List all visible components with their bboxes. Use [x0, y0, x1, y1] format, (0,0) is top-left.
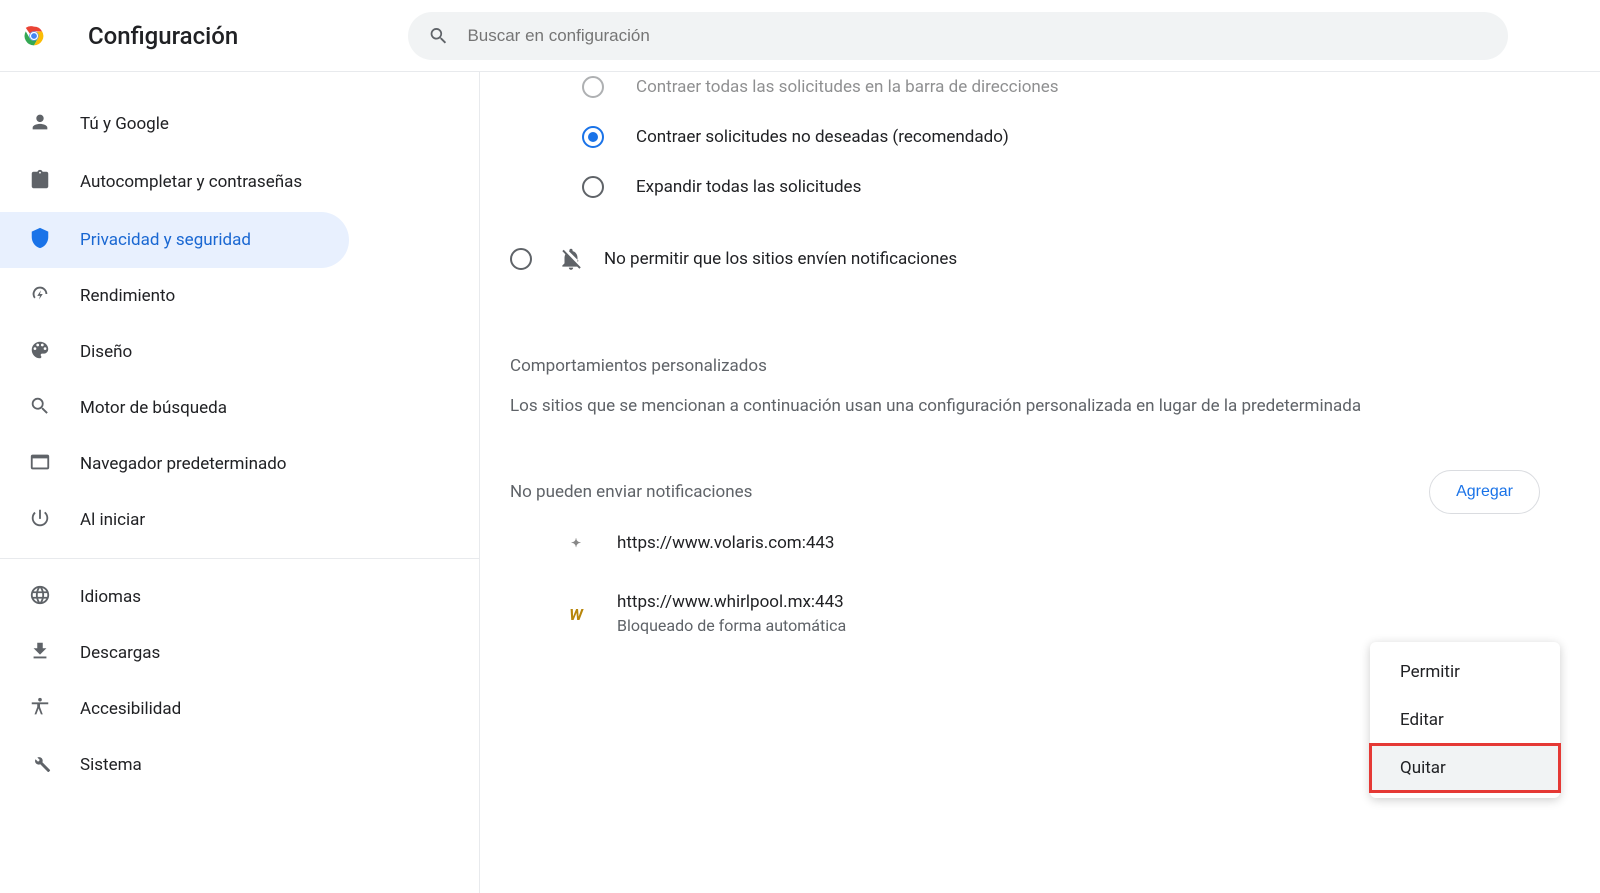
radio-label: No permitir que los sitios envíen notifi… [604, 249, 957, 269]
site-row[interactable]: ✦ https://www.volaris.com:443 [510, 514, 1540, 574]
site-sub: Bloqueado de forma automática [617, 615, 846, 637]
sidebar-item-languages[interactable]: Idiomas [0, 569, 349, 625]
sidebar-item-label: Motor de búsqueda [80, 398, 227, 418]
page-title: Configuración [88, 22, 238, 50]
browser-icon [28, 451, 52, 478]
sidebar-item-you-and-google[interactable]: Tú y Google [0, 96, 349, 152]
radio-expand-all[interactable]: Expandir todas las solicitudes [582, 162, 1540, 212]
accessibility-icon [28, 696, 52, 723]
sidebar-item-label: Privacidad y seguridad [80, 230, 251, 250]
radio-icon [510, 248, 532, 270]
chrome-logo-icon [20, 22, 48, 50]
wrench-icon [28, 752, 52, 779]
context-menu: Permitir Editar Quitar [1370, 642, 1560, 798]
radio-block-notifications[interactable]: No permitir que los sitios envíen notifi… [510, 232, 1540, 286]
sidebar-item-privacy[interactable]: Privacidad y seguridad [0, 212, 349, 268]
power-icon [28, 507, 52, 534]
person-icon [28, 111, 52, 138]
sidebar-item-label: Sistema [80, 755, 142, 775]
search-box[interactable] [408, 12, 1508, 60]
sidebar-item-label: Accesibilidad [80, 699, 181, 719]
radio-label: Contraer solicitudes no deseadas (recome… [636, 127, 1009, 147]
sidebar-item-label: Navegador predeterminado [80, 454, 287, 474]
radio-collapse-unwanted[interactable]: Contraer solicitudes no deseadas (recome… [582, 112, 1540, 162]
site-url: https://www.volaris.com:443 [617, 532, 835, 556]
speedometer-icon [28, 283, 52, 310]
favicon-icon: W [565, 603, 587, 625]
custom-behaviors-heading: Comportamientos personalizados [510, 356, 1540, 376]
search-icon [28, 395, 52, 422]
sidebar-item-label: Idiomas [80, 587, 141, 607]
menu-item-edit[interactable]: Editar [1370, 696, 1560, 744]
sidebar-item-label: Diseño [80, 342, 132, 362]
shield-icon [28, 227, 52, 254]
search-icon [428, 25, 449, 47]
clipboard-icon [28, 169, 52, 196]
sidebar-item-on-startup[interactable]: Al iniciar [0, 492, 349, 548]
sidebar-item-default-browser[interactable]: Navegador predeterminado [0, 436, 349, 492]
radio-icon [582, 76, 604, 98]
sidebar-item-downloads[interactable]: Descargas [0, 625, 349, 681]
content: Contraer todas las solicitudes en la bar… [480, 72, 1600, 893]
add-button[interactable]: Agregar [1429, 470, 1540, 514]
favicon-icon: ✦ [565, 532, 587, 554]
download-icon [28, 640, 52, 667]
sidebar-item-label: Descargas [80, 643, 160, 663]
sidebar-item-appearance[interactable]: Diseño [0, 324, 349, 380]
bell-off-icon [558, 246, 584, 272]
blocked-list-label: No pueden enviar notificaciones [510, 482, 752, 502]
sidebar-item-label: Tú y Google [80, 114, 169, 134]
sidebar-item-label: Al iniciar [80, 510, 145, 530]
menu-item-remove[interactable]: Quitar [1370, 744, 1560, 792]
palette-icon [28, 339, 52, 366]
menu-item-allow[interactable]: Permitir [1370, 648, 1560, 696]
sidebar-item-performance[interactable]: Rendimiento [0, 268, 349, 324]
radio-icon [582, 176, 604, 198]
site-url: https://www.whirlpool.mx:443 [617, 591, 846, 615]
sidebar-item-search-engine[interactable]: Motor de búsqueda [0, 380, 349, 436]
sidebar-item-label: Rendimiento [80, 286, 175, 306]
sidebar-item-autofill[interactable]: Autocompletar y contraseñas [0, 152, 349, 212]
radio-label: Expandir todas las solicitudes [636, 177, 861, 197]
custom-behaviors-desc: Los sitios que se mencionan a continuaci… [510, 394, 1380, 420]
radio-collapse-omnibox[interactable]: Contraer todas las solicitudes en la bar… [582, 62, 1540, 112]
sidebar-item-label: Autocompletar y contraseñas [80, 172, 302, 192]
radio-checked-icon [582, 126, 604, 148]
sidebar-item-accessibility[interactable]: Accesibilidad [0, 681, 349, 737]
sidebar: Tú y Google Autocompletar y contraseñas … [0, 72, 480, 893]
sidebar-item-system[interactable]: Sistema [0, 737, 349, 793]
globe-icon [28, 584, 52, 611]
search-input[interactable] [467, 26, 1488, 46]
radio-label: Contraer todas las solicitudes en la bar… [636, 77, 1059, 97]
